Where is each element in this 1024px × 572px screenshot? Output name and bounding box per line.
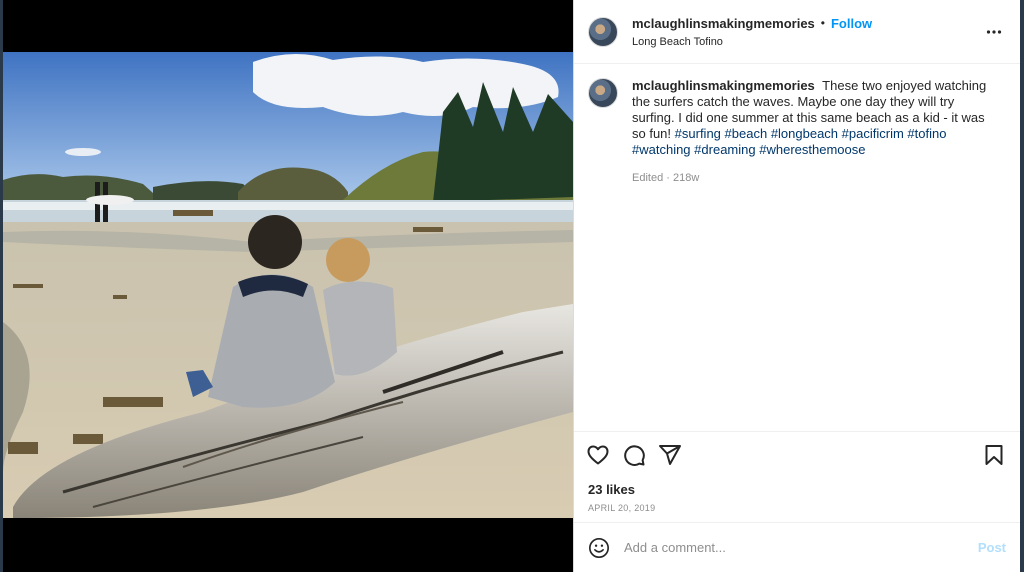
paper-plane-icon[interactable] (658, 443, 682, 467)
smiley-icon[interactable] (588, 537, 610, 559)
hashtag-link[interactable]: #pacificrim (842, 126, 904, 141)
post-date[interactable]: April 20, 2019 (574, 497, 1020, 513)
post-location[interactable]: Long Beach Tofino (632, 36, 872, 48)
post-image[interactable] (3, 0, 573, 572)
caption-avatar[interactable] (588, 78, 618, 108)
caption-area: mclaughlinsmakingmemories These two enjo… (574, 64, 1020, 432)
caption-text: mclaughlinsmakingmemories These two enjo… (632, 78, 992, 158)
separator-dot: • (820, 16, 825, 30)
comment-form: Post (574, 522, 1020, 572)
bookmark-icon[interactable] (982, 443, 1006, 467)
hashtag-link[interactable]: #wheresthemoose (759, 142, 865, 157)
backdrop-right (1020, 0, 1024, 572)
edited-meta: Edited · 218w (632, 172, 700, 184)
post-detail-panel: mclaughlinsmakingmemories • Follow Long … (573, 0, 1020, 572)
more-options-icon[interactable] (986, 24, 1002, 40)
hashtag-link[interactable]: #longbeach (771, 126, 838, 141)
hashtag-link[interactable]: #surfing (675, 126, 721, 141)
header-row: mclaughlinsmakingmemories • Follow (632, 16, 872, 31)
action-bar (574, 432, 1020, 478)
hashtag-link[interactable]: #watching (632, 142, 691, 157)
hashtag-link[interactable]: #beach (725, 126, 768, 141)
heart-icon[interactable] (586, 443, 610, 467)
like-count[interactable]: 23 likes (574, 478, 1020, 497)
caption-username[interactable]: mclaughlinsmakingmemories (632, 78, 815, 93)
author-username[interactable]: mclaughlinsmakingmemories (632, 16, 815, 31)
hashtag-link[interactable]: #tofino (907, 126, 946, 141)
post-header: mclaughlinsmakingmemories • Follow Long … (574, 0, 1020, 64)
hashtag-link[interactable]: #dreaming (694, 142, 755, 157)
follow-button[interactable]: Follow (831, 16, 872, 31)
header-text: mclaughlinsmakingmemories • Follow Long … (632, 16, 872, 48)
comment-input[interactable] (624, 540, 978, 555)
post-comment-button[interactable]: Post (978, 540, 1006, 555)
author-avatar[interactable] (588, 16, 618, 47)
comment-bubble-icon[interactable] (622, 443, 646, 467)
beach-photo (3, 52, 573, 518)
caption-body: mclaughlinsmakingmemories These two enjo… (632, 78, 992, 431)
